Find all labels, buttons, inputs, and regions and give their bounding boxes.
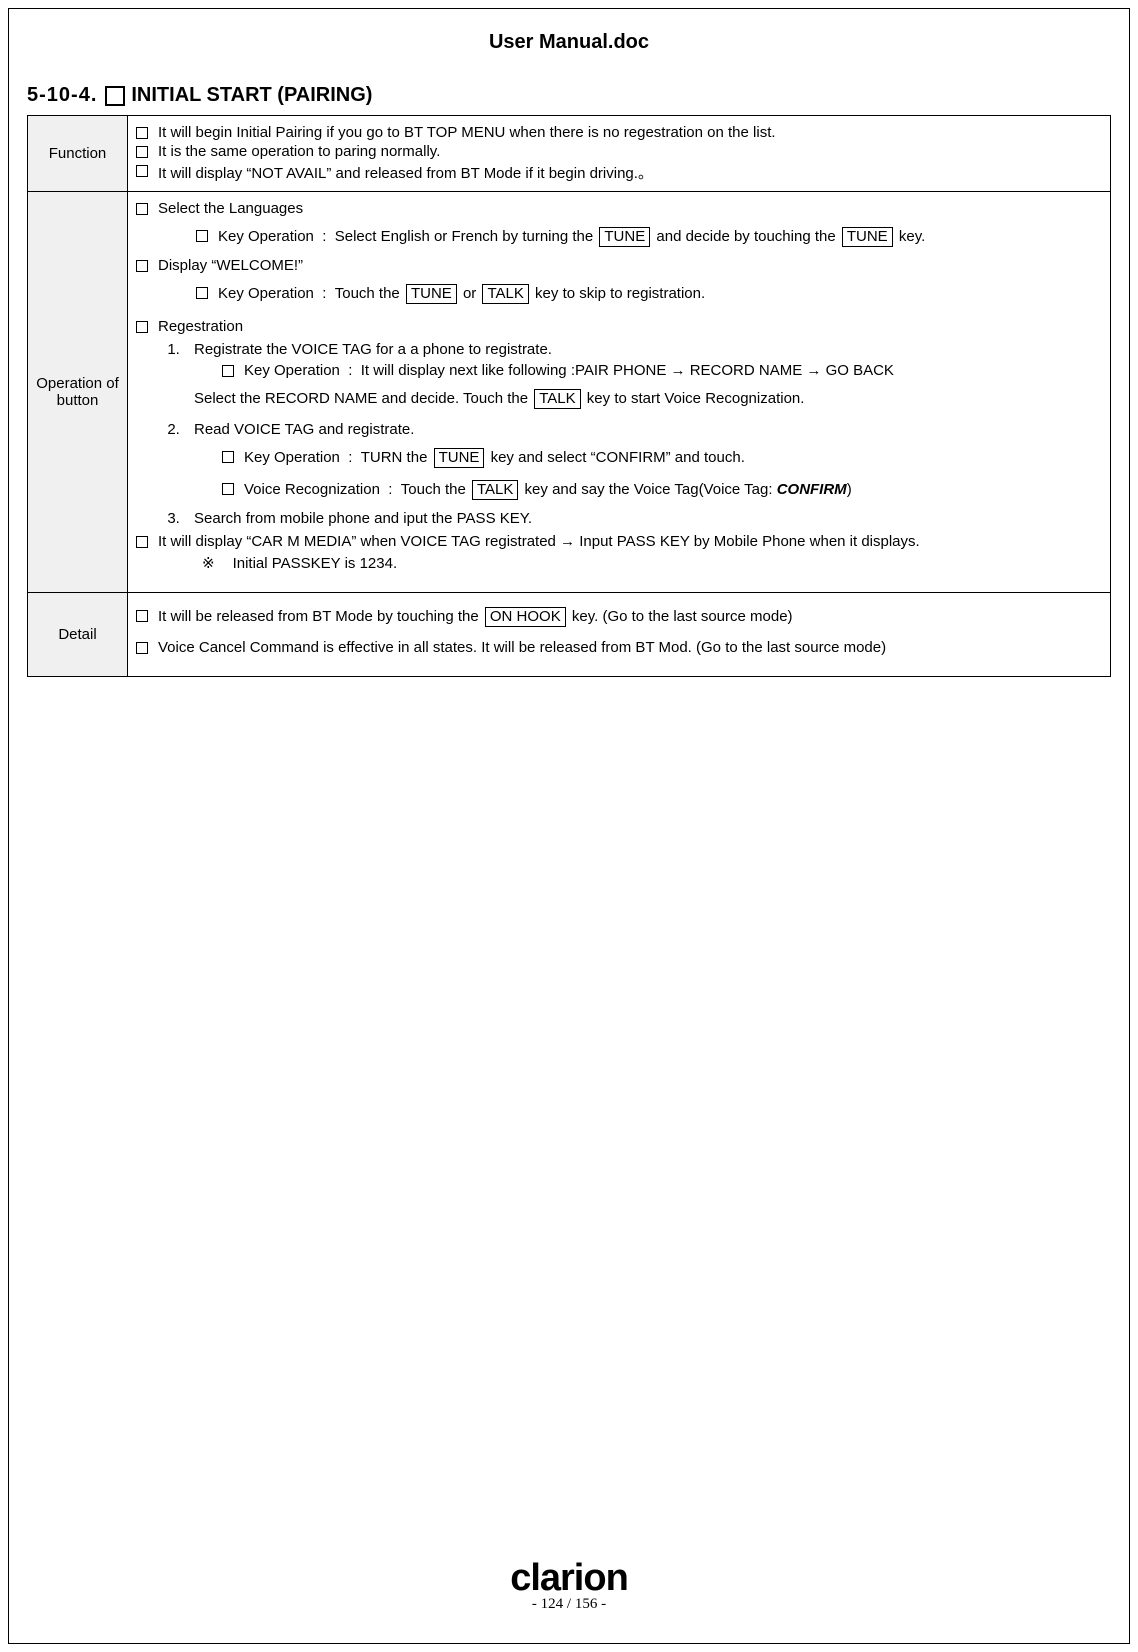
checkbox-icon <box>136 127 148 139</box>
op-select-languages: Select the Languages <box>158 200 303 217</box>
page-number: - 124 / 156 - <box>9 1596 1129 1613</box>
content-area: 5-10-4. INITIAL START (PAIRING) Function… <box>9 84 1129 677</box>
checkbox-icon <box>136 165 148 177</box>
page-footer: clarion - 124 / 156 - <box>9 1557 1129 1613</box>
checkbox-icon <box>196 287 208 299</box>
row-label-function: Function <box>28 116 128 192</box>
section-number: 5-10-4. <box>27 84 97 107</box>
detail-text-1: It will be released from BT Mode by touc… <box>158 607 793 627</box>
section-heading: 5-10-4. INITIAL START (PAIRING) <box>27 84 1111 107</box>
detail-cell: It will be released from BT Mode by touc… <box>128 593 1111 677</box>
tune-key: TUNE <box>842 227 893 247</box>
op-regestration: Regestration <box>158 318 243 335</box>
list-item: Key Operation : Select English or French… <box>196 227 1102 247</box>
checkbox-icon <box>196 230 208 242</box>
table-row: Operation of button Select the Languages… <box>28 192 1111 593</box>
list-item: It will display “NOT AVAIL” and released… <box>136 162 1102 183</box>
list-item: It will be released from BT Mode by touc… <box>136 607 1102 627</box>
registration-steps: Registrate the VOICE TAG for a a phone t… <box>184 341 1102 527</box>
list-item: Key Operation : It will display next lik… <box>222 362 1102 379</box>
table-row: Detail It will be released from BT Mode … <box>28 593 1111 677</box>
op-car-m-media: It will display “CAR M MEDIA” when VOICE… <box>158 533 920 550</box>
operation-cell: Select the Languages Key Operation : Sel… <box>128 192 1111 593</box>
list-item: Key Operation : Touch the TUNE or TALK k… <box>196 284 1102 304</box>
talk-key: TALK <box>472 480 518 500</box>
checkbox-icon <box>136 536 148 548</box>
op-display-welcome: Display “WELCOME!” <box>158 257 303 274</box>
reg2-voice-rec: Voice Recognization : Touch the TALK key… <box>244 480 852 500</box>
list-item: It will display “CAR M MEDIA” when VOICE… <box>136 533 1102 550</box>
list-item: It will begin Initial Pairing if you go … <box>136 124 1102 141</box>
page-title: User Manual.doc <box>9 9 1129 84</box>
tune-key: TUNE <box>599 227 650 247</box>
on-hook-key: ON HOOK <box>485 607 566 627</box>
checkbox-icon <box>136 642 148 654</box>
section-title: INITIAL START (PAIRING) <box>131 84 372 107</box>
checkbox-icon <box>222 451 234 463</box>
checkbox-icon <box>136 146 148 158</box>
detail-text-2: Voice Cancel Command is effective in all… <box>158 639 886 656</box>
reg1-select: Select the RECORD NAME and decide. Touch… <box>194 389 1102 409</box>
table-row: Function It will begin Initial Pairing i… <box>28 116 1111 192</box>
note-passkey: ※Initial PASSKEY is 1234. <box>202 554 1102 572</box>
list-item: Display “WELCOME!” <box>136 257 1102 274</box>
page-border: User Manual.doc 5-10-4. INITIAL START (P… <box>8 8 1130 1644</box>
brand-logo: clarion <box>9 1557 1129 1600</box>
talk-key: TALK <box>534 389 580 409</box>
talk-key: TALK <box>482 284 528 304</box>
checkbox-icon <box>222 365 234 377</box>
function-text-2: It is the same operation to paring norma… <box>158 143 440 160</box>
row-label-operation: Operation of button <box>28 192 128 593</box>
reg-step-3: Search from mobile phone and iput the PA… <box>184 510 1102 527</box>
tune-key: TUNE <box>406 284 457 304</box>
op-welcome-key: Key Operation : Touch the TUNE or TALK k… <box>218 284 705 304</box>
spec-table: Function It will begin Initial Pairing i… <box>27 115 1111 677</box>
checkbox-icon <box>105 86 125 106</box>
checkbox-icon <box>222 483 234 495</box>
function-text-3: It will display “NOT AVAIL” and released… <box>158 162 653 183</box>
function-cell: It will begin Initial Pairing if you go … <box>128 116 1111 192</box>
checkbox-icon <box>136 321 148 333</box>
list-item: Regestration <box>136 318 1102 335</box>
row-label-detail: Detail <box>28 593 128 677</box>
checkbox-icon <box>136 610 148 622</box>
list-item: Voice Cancel Command is effective in all… <box>136 639 1102 656</box>
reg1-key-op: Key Operation : It will display next lik… <box>244 362 894 379</box>
reg2-key-op: Key Operation : TURN the TUNE key and se… <box>244 448 745 468</box>
checkbox-icon <box>136 203 148 215</box>
checkbox-icon <box>136 260 148 272</box>
op-select-lang-key: Key Operation : Select English or French… <box>218 227 925 247</box>
reg-step-2: Read VOICE TAG and registrate. Key Opera… <box>184 421 1102 500</box>
list-item: Voice Recognization : Touch the TALK key… <box>222 480 1102 500</box>
tune-key: TUNE <box>434 448 485 468</box>
reg-step-1: Registrate the VOICE TAG for a a phone t… <box>184 341 1102 409</box>
function-text-1: It will begin Initial Pairing if you go … <box>158 124 776 141</box>
list-item: Select the Languages <box>136 200 1102 217</box>
list-item: Key Operation : TURN the TUNE key and se… <box>222 448 1102 468</box>
list-item: It is the same operation to paring norma… <box>136 143 1102 160</box>
